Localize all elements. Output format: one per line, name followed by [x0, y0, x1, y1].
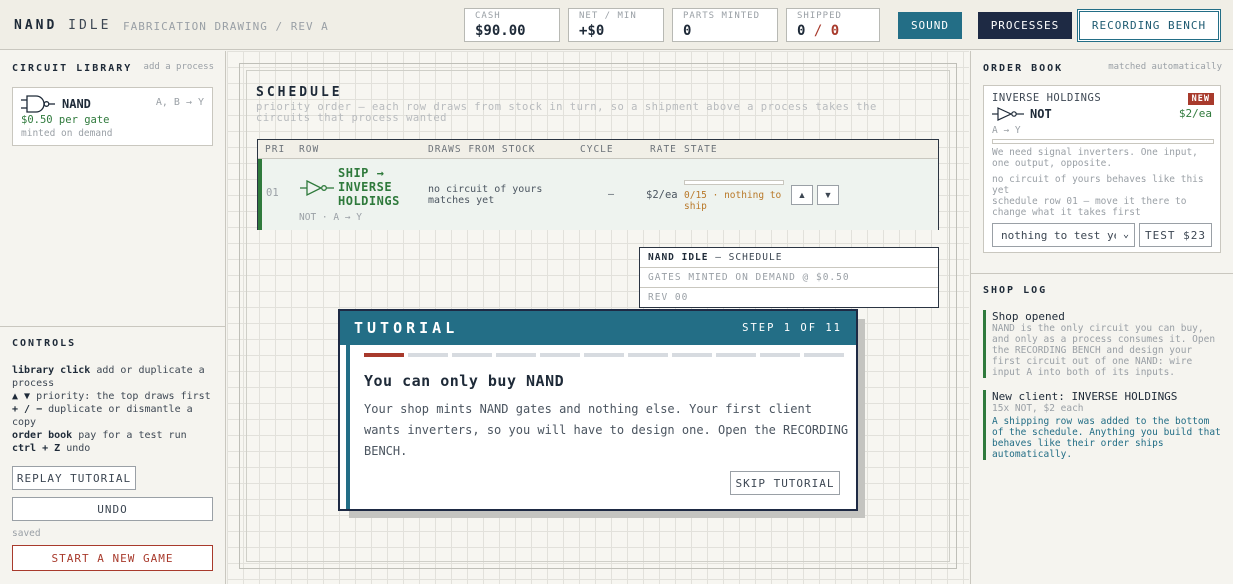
recording-bench-button[interactable]: RECORDING BENCH [1077, 9, 1221, 42]
tutorial-dialog: TUTORIAL STEP 1 OF 11 You can only buy N… [338, 309, 858, 511]
tutorial-progress-segment [452, 353, 492, 357]
tutorial-progress-segment [496, 353, 536, 357]
not-gate-icon [300, 179, 334, 197]
schedule-title: SCHEDULE [256, 85, 343, 100]
controls-section: CONTROLS library click add or duplicate … [0, 326, 226, 584]
control-hint: ▲ ▼ priority: the top draws first [12, 391, 211, 402]
saved-status: saved [12, 528, 41, 539]
library-card-price: $0.50 per gate [21, 114, 110, 126]
row-progress-bar [684, 180, 784, 185]
skip-tutorial-button[interactable]: SKIP TUTORIAL [730, 471, 840, 495]
test-button[interactable]: TEST $23 [1139, 223, 1212, 247]
tutorial-progress-segment [408, 353, 448, 357]
row-sub: NOT · A → Y [299, 212, 362, 223]
processes-button[interactable]: PROCESSES [978, 12, 1072, 39]
order-progress-bar [992, 139, 1214, 144]
tutorial-progress-segment [672, 353, 712, 357]
tutorial-progress-segment [716, 353, 756, 357]
tutorial-progress-segment [540, 353, 580, 357]
shipped-failed-value: 0 [830, 23, 840, 39]
tutorial-title: TUTORIAL [354, 319, 459, 337]
replay-tutorial-button[interactable]: REPLAY TUTORIAL [12, 466, 136, 490]
shipped-stat: SHIPPED 0 / 0 [786, 8, 880, 42]
tutorial-progress-segment [584, 353, 624, 357]
nand-gate-icon [21, 95, 55, 113]
parts-minted-stat: PARTS MINTED 0 [672, 8, 778, 42]
row-cycle: — [608, 189, 615, 200]
log-entry: New client: INVERSE HOLDINGS 15x NOT, $2… [983, 390, 1223, 460]
shipped-value: 0 [797, 23, 806, 39]
test-circuit-select[interactable]: nothing to test yet ⌄ [992, 223, 1135, 247]
row-state: 0/15 · nothing to ship [684, 190, 782, 212]
tutorial-progress-segment [760, 353, 800, 357]
control-hint: order book pay for a test run [12, 430, 187, 441]
order-status: no circuit of yours behaves like this ye… [992, 174, 1204, 196]
right-panel: ORDER BOOK matched automatically INVERSE… [970, 51, 1233, 584]
library-card-name: NAND [62, 97, 91, 111]
tutorial-step: STEP 1 OF 11 [742, 322, 842, 334]
library-card-note: minted on demand [21, 128, 113, 139]
tutorial-body: Your shop mints NAND gates and nothing e… [364, 402, 849, 458]
control-hint: library click add or duplicate a process [12, 365, 205, 389]
shop-log: SHOP LOG Shop opened NAND is the only ci… [971, 273, 1233, 584]
net-per-min-stat: NET / MIN +$0 [568, 8, 664, 42]
move-down-button[interactable]: ▼ [817, 185, 839, 205]
controls-list: library click add or duplicate a process… [12, 364, 217, 455]
title-block: NAND IDLE — SCHEDULE GATES MINTED ON DEM… [639, 247, 939, 308]
control-hint: ctrl + Z undo [12, 443, 91, 454]
library-card-nand[interactable]: NAND A, B → Y $0.50 per gate minted on d… [12, 87, 213, 146]
sound-button[interactable]: SOUND [898, 12, 962, 39]
shop-log-title: SHOP LOG [983, 285, 1048, 296]
control-hint: + / − duplicate or dismantle a copy [12, 404, 193, 428]
order-hint: schedule row 01 — move it there to chang… [992, 196, 1187, 218]
tutorial-heading: You can only buy NAND [364, 372, 565, 390]
tutorial-progress-segment [804, 353, 844, 357]
order-card[interactable]: INVERSE HOLDINGS NEW NOT $2/ea A → Y We … [983, 85, 1221, 253]
start-new-game-button[interactable]: START A NEW GAME [12, 545, 213, 571]
library-card-io: A, B → Y [155, 97, 204, 108]
order-circuit: NOT [1030, 107, 1052, 121]
order-price: $2/ea [1178, 107, 1212, 120]
app-subtitle: FABRICATION DRAWING / REV A [123, 20, 329, 33]
order-client: INVERSE HOLDINGS [992, 92, 1102, 104]
log-entry: Shop opened NAND is the only circuit you… [983, 310, 1223, 378]
controls-title: CONTROLS [12, 338, 77, 349]
top-bar: NAND IDLE FABRICATION DRAWING / REV A CA… [0, 0, 1233, 50]
order-io: A → Y [992, 125, 1021, 136]
tutorial-progress-segment [628, 353, 668, 357]
circuit-library-header: CIRCUIT LIBRARY add a process [12, 62, 214, 74]
tutorial-progress [364, 353, 844, 357]
not-gate-icon [992, 107, 1024, 121]
cash-stat: CASH $90.00 [464, 8, 560, 42]
left-panel: CIRCUIT LIBRARY add a process NAND A, B … [0, 51, 226, 584]
undo-button[interactable]: UNDO [12, 497, 213, 521]
row-priority: 01 [266, 187, 279, 199]
schedule-row[interactable]: 01 SHIP → INVERSE HOLDINGS NOT · A → Y n… [258, 159, 938, 230]
row-rate: $2/ea [646, 189, 678, 201]
chevron-down-icon: ⌄ [1122, 229, 1129, 240]
schedule-table-header: PRI ROW DRAWS FROM STOCK CYCLE RATE STAT… [258, 140, 938, 159]
cash-value: $90.00 [475, 23, 526, 39]
parts-value: 0 [683, 23, 692, 39]
schedule-table: PRI ROW DRAWS FROM STOCK CYCLE RATE STAT… [257, 139, 939, 230]
net-value: +$0 [579, 23, 605, 39]
schedule-description: priority order — each row draws from sto… [256, 101, 877, 124]
row-draws: no circuit of yours matches yet [428, 184, 543, 206]
tutorial-progress-segment [364, 353, 404, 357]
new-badge: NEW [1187, 93, 1214, 105]
tutorial-header: TUTORIAL STEP 1 OF 11 [340, 311, 856, 345]
app-brand: NAND IDLE [14, 18, 112, 33]
order-book-header: ORDER BOOK matched automatically [983, 62, 1222, 74]
order-description: We need signal inverters. One input, one… [992, 147, 1198, 169]
move-up-button[interactable]: ▲ [791, 185, 813, 205]
row-name: SHIP → INVERSE HOLDINGS [338, 166, 400, 208]
